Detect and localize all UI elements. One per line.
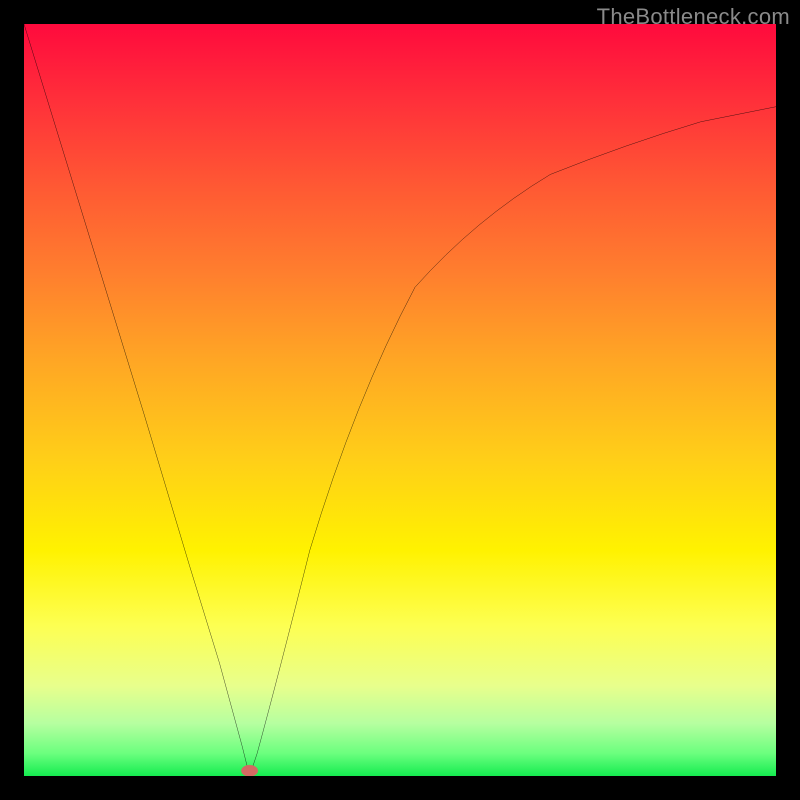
- optimal-marker: [241, 765, 258, 776]
- chart-frame: TheBottleneck.com: [0, 0, 800, 800]
- source-label: TheBottleneck.com: [597, 4, 790, 30]
- curve-layer: [24, 24, 776, 776]
- bottleneck-curve: [24, 24, 776, 776]
- plot-area: [24, 24, 776, 776]
